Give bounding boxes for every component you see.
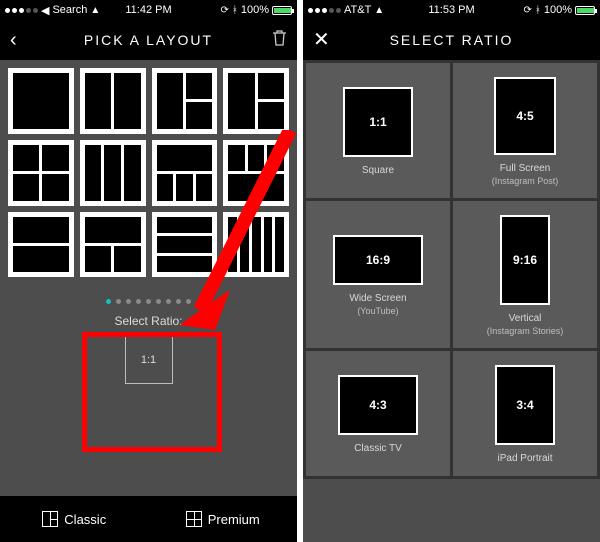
phone-right: AT&T ▲ 11:53 PM ⟳ ᚼ 100% ✕ SELECT RATIO … [303,0,600,542]
ratio-subtitle: (Instagram Stories) [487,326,564,336]
ratio-grid-area: 1:1 Square 4:5 Full Screen (Instagram Post) 1… [303,60,600,542]
page-dot [106,299,111,304]
ratio-subtitle: (Instagram Post) [492,176,559,186]
current-ratio-value: 1:1 [141,354,156,366]
ratio-name: Wide Screen [349,293,406,304]
bluetooth-icon: ᚼ [535,5,541,16]
battery-pct: 100% [241,4,269,16]
layout-grid-area: Select Ratio: 1:1 [0,60,297,406]
layout-tile[interactable] [8,68,74,134]
screen-header: ✕ SELECT RATIO [303,20,600,60]
back-button[interactable]: ‹ [10,30,19,50]
ratio-option[interactable]: 16:9 Wide Screen (YouTube) [306,201,450,348]
page-dot [156,299,161,304]
page-dot [146,299,151,304]
ratio-shape: 3:4 [495,365,555,445]
ratio-option[interactable]: 3:4 iPad Portrait [453,351,597,476]
ratio-subtitle: (YouTube) [357,306,398,316]
layout-tile[interactable] [152,68,218,134]
ratio-option[interactable]: 4:5 Full Screen (Instagram Post) [453,63,597,198]
layout-tile[interactable] [80,212,146,278]
bottom-tabbar: Classic Premium [0,496,297,542]
tab-premium-label: Premium [208,512,260,527]
status-bar: ◀ Search ▲ 11:42 PM ⟳ ᚼ 100% [0,0,297,20]
ratio-shape: 9:16 [500,215,550,305]
page-dot [126,299,131,304]
statusbar-time: 11:42 PM [125,4,171,16]
orientation-lock-icon: ⟳ [220,5,228,16]
signal-dots-icon [5,8,38,13]
carrier-label: AT&T [344,4,371,16]
statusbar-back-label: Search [52,4,87,16]
statusbar-time: 11:53 PM [428,4,474,16]
ratio-option[interactable]: 1:1 Square [306,63,450,198]
bluetooth-icon: ᚼ [232,5,238,16]
battery-icon [272,6,292,15]
ratio-name: iPad Portrait [497,453,552,464]
layout-tile[interactable] [223,140,289,206]
layout-tile[interactable] [152,140,218,206]
ratio-shape: 4:5 [494,77,556,155]
signal-dots-icon [308,8,341,13]
layout-tile[interactable] [8,140,74,206]
select-ratio-label: Select Ratio: [82,314,216,328]
battery-pct: 100% [544,4,572,16]
premium-layout-icon [186,511,202,527]
battery-icon [575,6,595,15]
page-indicator [82,299,216,304]
ratio-shape: 4:3 [338,375,418,435]
phone-left: ◀ Search ▲ 11:42 PM ⟳ ᚼ 100% ‹ PICK A LA… [0,0,297,542]
screen-header: ‹ PICK A LAYOUT [0,20,297,60]
page-dot [176,299,181,304]
layout-tile[interactable] [80,68,146,134]
ratio-option[interactable]: 4:3 Classic TV [306,351,450,476]
tab-classic-label: Classic [64,512,106,527]
layout-tile[interactable] [8,212,74,278]
current-ratio-box[interactable]: 1:1 [125,336,173,384]
ratio-name: Square [362,165,394,176]
tab-premium[interactable]: Premium [149,496,298,542]
ratio-name: Vertical [509,313,542,324]
layout-tile[interactable] [80,140,146,206]
ratio-name: Classic TV [354,443,402,454]
layout-tile[interactable] [223,212,289,278]
ratio-option[interactable]: 9:16 Vertical (Instagram Stories) [453,201,597,348]
status-bar: AT&T ▲ 11:53 PM ⟳ ᚼ 100% [303,0,600,20]
wifi-icon: ▲ [90,5,100,16]
header-title: PICK A LAYOUT [84,32,213,48]
close-button[interactable]: ✕ [313,30,332,50]
page-dot [136,299,141,304]
ratio-name: Full Screen [500,163,551,174]
layout-tile[interactable] [152,212,218,278]
page-dot [116,299,121,304]
select-ratio-panel[interactable]: Select Ratio: 1:1 [74,289,224,398]
ratio-shape: 16:9 [333,235,423,285]
trash-icon[interactable] [272,29,287,51]
page-dot [166,299,171,304]
ratio-shape: 1:1 [343,87,413,157]
wifi-icon: ▲ [374,5,384,16]
page-dot [186,299,191,304]
layout-tile[interactable] [223,68,289,134]
orientation-lock-icon: ⟳ [523,5,531,16]
classic-layout-icon [42,511,58,527]
header-title: SELECT RATIO [390,32,514,48]
tab-classic[interactable]: Classic [0,496,149,542]
back-to-search-icon: ◀ [41,4,49,17]
